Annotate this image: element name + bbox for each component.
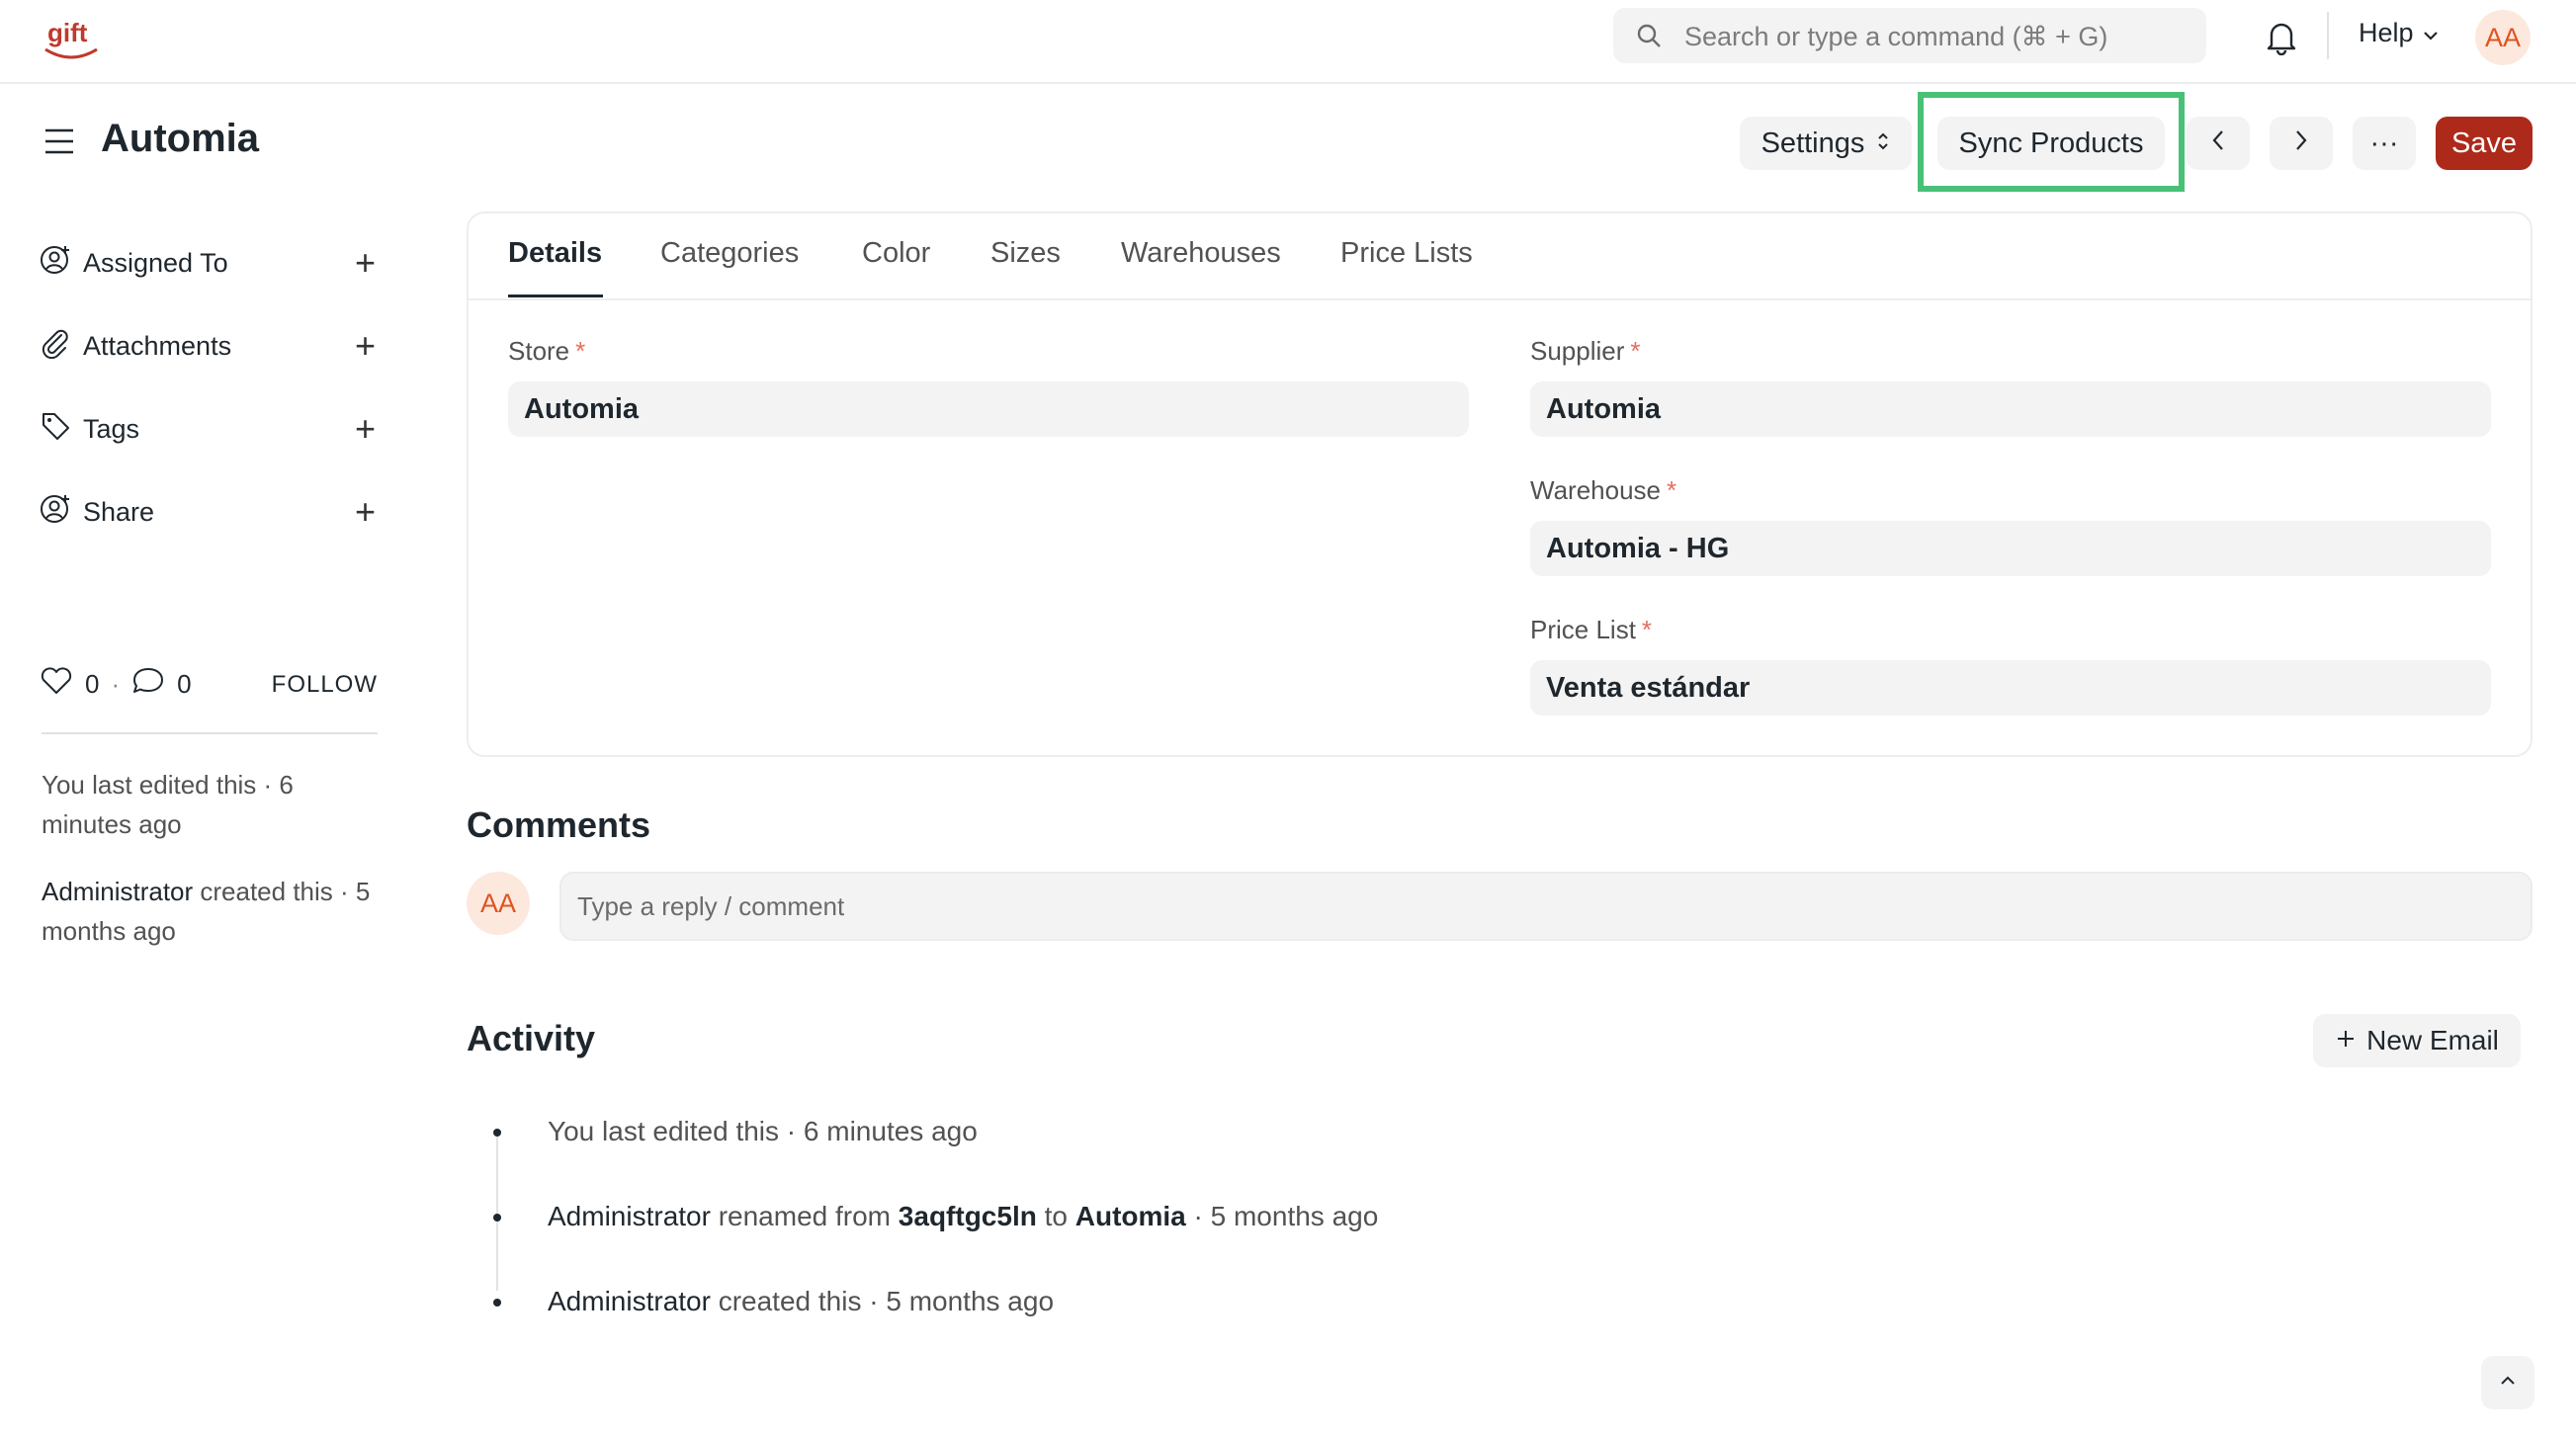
activity-actor[interactable]: Administrator [548, 1286, 711, 1316]
warehouse-label: Warehouse * [1530, 475, 1677, 505]
likes-count: 0 [85, 669, 100, 699]
sidebar-item-label: Assigned To [83, 247, 228, 278]
comment-avatar: AA [467, 872, 530, 935]
help-menu[interactable]: Help [2359, 18, 2440, 48]
activity-entry: Administrator renamed from 3aqftgc5ln to… [548, 1201, 1379, 1231]
next-record-button[interactable] [2270, 117, 2333, 170]
comments-count: 0 [177, 669, 192, 699]
warehouse-field[interactable]: Automia - HG [1530, 521, 2491, 576]
previous-record-button[interactable] [2187, 117, 2250, 170]
new-email-label: New Email [2366, 1025, 2499, 1055]
tab-warehouses[interactable]: Warehouses [1121, 237, 1281, 270]
activity-title: Activity [467, 1018, 596, 1058]
sidebar-item-label: Tags [83, 413, 140, 444]
timeline-dot [493, 1129, 501, 1137]
created-by-text: Administrator created this · 5 months ag… [42, 872, 378, 951]
settings-dropdown-button[interactable]: Settings [1740, 117, 1912, 170]
sidebar-item-tags[interactable]: Tags + [40, 407, 376, 451]
last-edited-text: You last edited this · 6 minutes ago [42, 770, 294, 839]
help-label: Help [2359, 18, 2414, 47]
share-icon [40, 493, 71, 532]
tab-details[interactable]: Details [508, 237, 602, 270]
old-name: 3aqftgc5ln [898, 1201, 1037, 1231]
settings-label: Settings [1760, 127, 1865, 159]
tag-icon [40, 410, 71, 449]
activity-entry: Administrator created this · 5 months ag… [548, 1286, 1055, 1316]
share-plus-icon[interactable]: + [355, 491, 376, 533]
chevron-up-icon [2498, 1374, 2518, 1393]
search-bar[interactable]: Search or type a command (⌘ + G) [1613, 8, 2206, 63]
plus-icon [2335, 1025, 2357, 1056]
sidebar-item-share[interactable]: Share + [40, 490, 376, 534]
sidebar-item-assigned-to[interactable]: Assigned To + [40, 241, 376, 285]
timeline-dot [493, 1299, 501, 1307]
notification-bell-icon[interactable] [2264, 18, 2299, 60]
navbar-divider [2327, 12, 2329, 59]
user-avatar[interactable]: AA [2475, 10, 2531, 65]
comments-title: Comments [467, 804, 651, 845]
search-placeholder: Search or type a command (⌘ + G) [1684, 22, 2108, 51]
store-field[interactable]: Automia [508, 381, 1469, 437]
tab-sizes[interactable]: Sizes [990, 237, 1061, 270]
tab-color[interactable]: Color [862, 237, 930, 270]
tab-categories[interactable]: Categories [660, 237, 799, 270]
add-tag-plus-icon[interactable]: + [355, 408, 376, 450]
app-logo[interactable]: gift [40, 10, 103, 65]
sidebar-item-label: Share [83, 496, 155, 527]
search-icon [1635, 22, 1663, 54]
stats-separator: · [111, 669, 121, 699]
tab-bar: Details Categories Color Sizes Warehouse… [469, 213, 2531, 300]
scroll-to-top-button[interactable] [2481, 1356, 2534, 1409]
chevron-left-icon [2211, 127, 2225, 160]
select-arrows-icon [1876, 127, 1890, 160]
activity-actor[interactable]: Administrator [548, 1201, 711, 1231]
sidebar-item-attachments[interactable]: Attachments + [40, 324, 376, 368]
chevron-right-icon [2294, 127, 2308, 160]
chevron-down-icon [2422, 18, 2440, 48]
store-label: Store * [508, 336, 586, 366]
price-list-label: Price List * [1530, 615, 1653, 644]
active-tab-indicator [508, 295, 603, 297]
tab-price-lists[interactable]: Price Lists [1340, 237, 1473, 270]
supplier-label: Supplier * [1530, 336, 1641, 366]
timeline-dot [493, 1214, 501, 1222]
activity-entry: You last edited this · 6 minutes ago [548, 1116, 978, 1146]
add-attachment-plus-icon[interactable]: + [355, 325, 376, 367]
paperclip-icon [40, 327, 71, 366]
save-button[interactable]: Save [2436, 117, 2533, 170]
hamburger-menu-icon[interactable] [43, 127, 75, 161]
creator-name[interactable]: Administrator [42, 877, 193, 906]
sidebar-stats: 0 · 0 FOLLOW [40, 666, 378, 703]
comment-bubble-icon[interactable] [131, 666, 165, 703]
assign-icon [40, 244, 71, 283]
heart-icon[interactable] [40, 666, 73, 703]
sidebar-item-label: Attachments [83, 330, 232, 361]
page-title: Automia [101, 117, 259, 160]
sync-products-button[interactable]: Sync Products [1937, 117, 2165, 170]
more-actions-button[interactable]: ··· [2353, 117, 2416, 170]
new-email-button[interactable]: New Email [2313, 1014, 2521, 1067]
new-name: Automia [1074, 1201, 1186, 1231]
add-assignee-plus-icon[interactable]: + [355, 242, 376, 284]
follow-button[interactable]: FOLLOW [272, 671, 378, 699]
svg-text:gift: gift [47, 18, 88, 47]
supplier-field[interactable]: Automia [1530, 381, 2491, 437]
comment-input[interactable]: Type a reply / comment [559, 872, 2533, 941]
sidebar-divider [42, 732, 378, 734]
price-list-field[interactable]: Venta estándar [1530, 660, 2491, 716]
